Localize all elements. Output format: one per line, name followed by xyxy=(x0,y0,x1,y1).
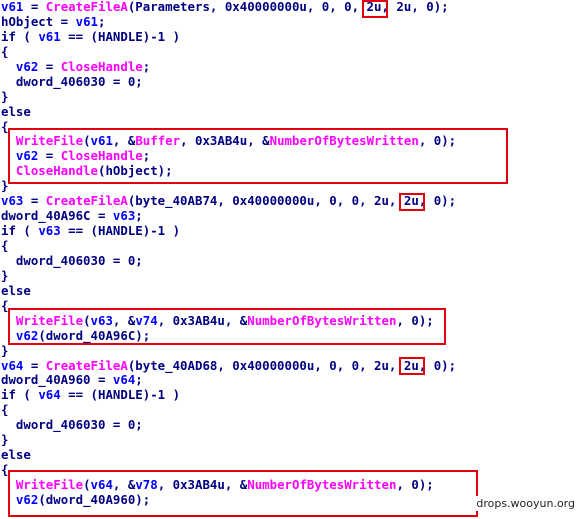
code-token: else xyxy=(1,282,31,298)
code-token: == (HANDLE)-1 ) xyxy=(60,223,181,239)
code-line: v62 = CloseHandle; xyxy=(1,58,456,75)
code-line: if ( v63 == (HANDLE)-1 ) xyxy=(1,223,456,239)
highlight-box-2u-1 xyxy=(362,0,388,18)
code-token-variable: v62 xyxy=(15,58,39,74)
code-line: } xyxy=(1,343,456,359)
code-token: dword_40A96C = xyxy=(1,208,113,224)
code-token: == (HANDLE)-1 ) xyxy=(60,387,181,403)
code-token-variable: v61 xyxy=(75,13,98,29)
code-token: dword_406030 = 0; xyxy=(1,73,143,89)
code-line: if ( v64 == (HANDLE)-1 ) xyxy=(1,387,456,403)
code-line: if ( v61 == (HANDLE)-1 ) xyxy=(1,28,456,45)
code-token-variable: v61 xyxy=(38,28,61,44)
code-line: } xyxy=(1,267,456,284)
code-token: ; xyxy=(142,58,151,74)
code-token: dword_406030 = 0; xyxy=(1,252,143,268)
code-token-variable: v63 xyxy=(112,208,136,224)
code-token: dword_406030 = 0; xyxy=(1,417,143,433)
code-line: dword_40A960 = v64; xyxy=(1,372,456,388)
code-token-variable: v64 xyxy=(38,387,61,403)
code-token: hObject = xyxy=(1,13,76,29)
code-token: else xyxy=(1,447,31,463)
code-token: } xyxy=(1,432,9,448)
highlight-box-writefile-block-3 xyxy=(8,470,478,517)
code-line: dword_406030 = 0; xyxy=(1,73,456,90)
code-token-function: CreateFileA xyxy=(45,193,128,209)
code-line: dword_406030 = 0; xyxy=(1,417,456,433)
code-line: else xyxy=(1,447,456,463)
code-line: v64 = CreateFileA(byte_40AD68, 0x4000000… xyxy=(1,357,456,374)
code-token: = xyxy=(23,0,46,14)
code-line: else xyxy=(1,103,456,120)
code-token-variable: v64 xyxy=(1,357,24,373)
code-token: { xyxy=(1,43,9,59)
code-token: ; xyxy=(98,13,106,29)
code-token: } xyxy=(1,88,9,104)
code-line: { xyxy=(1,238,456,254)
code-token-variable: v64 xyxy=(112,372,136,388)
code-token: { xyxy=(1,402,9,418)
highlight-box-writefile-block-1 xyxy=(8,128,508,184)
code-line: { xyxy=(1,402,456,418)
code-token: ; xyxy=(135,372,143,388)
code-line: dword_40A96C = v63; xyxy=(1,208,456,224)
code-line: else xyxy=(1,282,456,299)
code-token: dword_40A960 = xyxy=(1,372,113,388)
code-token-function: CreateFileA xyxy=(45,0,128,14)
code-token: ; xyxy=(135,208,143,224)
code-token-variable: v63 xyxy=(1,193,24,209)
code-token-variable: v61 xyxy=(1,0,24,14)
code-token: if ( xyxy=(1,223,39,239)
code-token-function: CloseHandle xyxy=(60,58,143,74)
code-token: if ( xyxy=(1,28,39,44)
watermark-text: drops.wooyun.org xyxy=(474,496,577,511)
code-token: { xyxy=(1,238,9,253)
code-token: } xyxy=(1,267,9,283)
code-line: dword_406030 = 0; xyxy=(1,252,456,269)
code-token: = xyxy=(23,193,46,209)
code-token: else xyxy=(1,103,31,119)
decompiled-code-listing: v61 = CreateFileA(Parameters, 0x40000000… xyxy=(1,0,456,508)
code-token-variable: v63 xyxy=(38,223,61,239)
highlight-box-2u-2 xyxy=(399,193,425,211)
code-line: v63 = CreateFileA(byte_40AB74, 0x4000000… xyxy=(1,193,456,209)
code-line: { xyxy=(1,43,456,60)
code-token-function: CreateFileA xyxy=(45,357,128,373)
code-line: } xyxy=(1,432,456,448)
code-token: = xyxy=(38,58,61,74)
code-token: = xyxy=(23,357,46,373)
highlight-box-writefile-block-2 xyxy=(8,308,446,345)
highlight-box-2u-3 xyxy=(399,357,425,375)
code-token: == (HANDLE)-1 ) xyxy=(60,28,181,44)
code-token: (Parameters, 0x40000000u, 0, 0, 2u, 2u, … xyxy=(127,0,449,14)
code-line: } xyxy=(1,88,456,105)
code-token: if ( xyxy=(1,387,39,403)
